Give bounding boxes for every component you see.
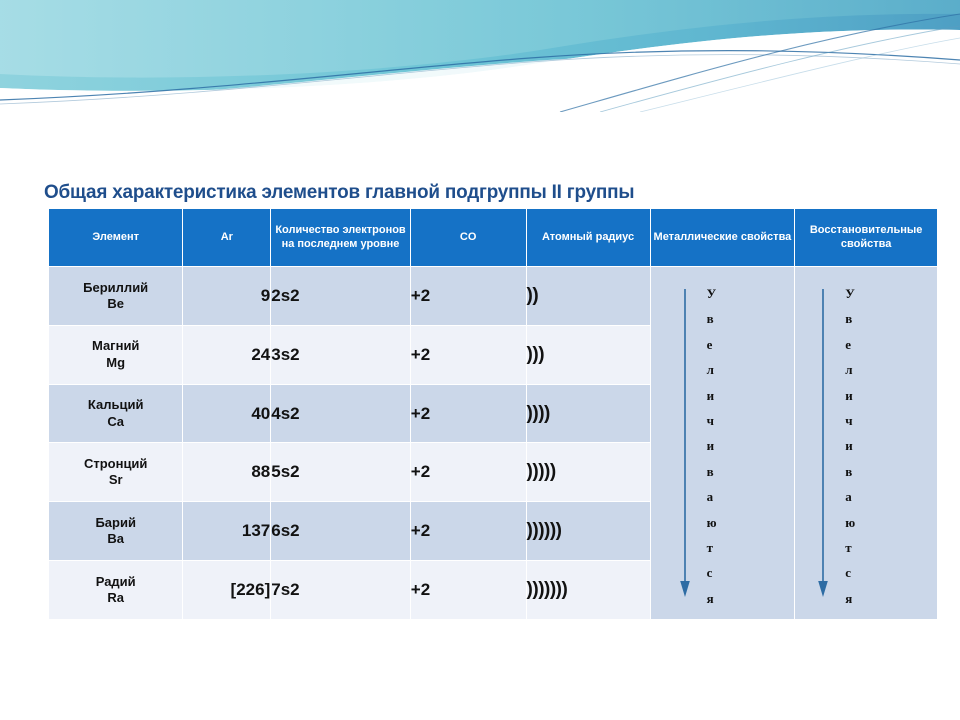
cell-config: 6s2	[270, 501, 411, 562]
cell-config: 4s2	[270, 383, 411, 444]
cell-element-name: Барий Ba	[47, 501, 184, 562]
element-name-ru: Стронций	[83, 456, 148, 472]
cell-config: 3s2	[270, 324, 411, 385]
cell-ar: 137	[182, 501, 272, 562]
trend-letter: и	[845, 387, 853, 403]
cell-co: +2	[409, 560, 527, 620]
cell-co: +2	[409, 442, 527, 503]
cell-element-name: Кальций Ca	[47, 383, 184, 444]
cell-element-name: Магний Mg	[47, 324, 184, 385]
cell-co: +2	[409, 324, 527, 385]
element-symbol: Ra	[107, 590, 124, 606]
trend-letter: с	[706, 565, 713, 581]
page-title: Общая характеристика элементов главной п…	[44, 181, 635, 203]
element-symbol: Be	[107, 295, 124, 311]
trend-letter: и	[845, 438, 853, 454]
element-symbol: Mg	[106, 354, 126, 370]
trend-letter: в	[845, 463, 853, 479]
cell-atomic-radius: ))))	[525, 383, 651, 444]
cell-config: 2s2	[270, 266, 411, 326]
trend-letter: е	[706, 336, 713, 352]
cell-element-name: Стронций Sr	[47, 442, 184, 503]
trend-letter: и	[706, 387, 715, 403]
cell-co: +2	[409, 266, 527, 326]
cell-ar: 24	[182, 324, 272, 385]
cell-atomic-radius: )))	[525, 324, 651, 385]
cell-ar: 88	[182, 442, 272, 503]
trend-letter: а	[706, 489, 714, 505]
column-header-reducing-properties: Восстановительные свойства	[794, 208, 938, 267]
cell-config: 7s2	[270, 560, 411, 620]
trend-letter: в	[845, 311, 853, 327]
trend-letter: ю	[706, 514, 717, 530]
trend-letter: и	[706, 438, 715, 454]
trend-letter: я	[845, 590, 853, 606]
element-symbol: Sr	[108, 472, 123, 488]
cell-co: +2	[409, 383, 527, 444]
column-header-atomic-radius: Атомный радиус	[525, 208, 651, 267]
element-characteristics-table: Элемент Ar Количество электронов на посл…	[47, 208, 938, 620]
element-symbol: Ca	[107, 413, 124, 429]
trend-letter: У	[706, 286, 717, 301]
decorative-wave-banner	[0, 0, 960, 112]
element-name-ru: Магний	[91, 338, 140, 354]
cell-element-name: Радий Ra	[47, 560, 184, 620]
metallic-trend-label: У в е л и ч и в а ю т с я	[651, 287, 795, 605]
trend-letter: л	[845, 362, 853, 378]
column-header-co: CO	[409, 208, 527, 267]
element-name-ru: Барий	[95, 514, 136, 530]
trend-letter: с	[845, 565, 852, 581]
element-name-ru: Радий	[95, 573, 136, 589]
reducing-trend-label: У в е л и ч и в а ю т с я	[795, 287, 937, 605]
element-symbol: Ba	[107, 531, 124, 547]
column-header-metallic-properties: Металлические свойства	[649, 208, 796, 267]
cell-atomic-radius: ))	[525, 266, 651, 326]
trend-letter: е	[845, 336, 852, 352]
column-header-element: Элемент	[47, 208, 184, 267]
table-row: Бериллий Be 9 2s2 +2 )) У в е л и ч и в …	[47, 266, 938, 620]
cell-reducing-trend: У в е л и ч и в а ю т с я	[794, 266, 938, 620]
element-name-ru: Бериллий	[83, 279, 149, 295]
element-name-ru: Кальций	[87, 397, 144, 413]
column-header-ar: Ar	[182, 208, 272, 267]
trend-letter: я	[706, 590, 714, 606]
trend-letter: т	[706, 540, 713, 556]
slide: Общая характеристика элементов главной п…	[0, 0, 960, 720]
cell-atomic-radius: )))))	[525, 442, 651, 503]
column-header-electrons: Количество электронов на последнем уровн…	[270, 208, 411, 267]
trend-letter: ч	[706, 413, 714, 429]
trend-letter: т	[845, 540, 852, 556]
cell-atomic-radius: ))))))	[525, 501, 651, 562]
trend-letter: У	[845, 286, 855, 301]
cell-atomic-radius: )))))))	[525, 560, 651, 620]
table-header-row: Элемент Ar Количество электронов на посл…	[47, 208, 938, 267]
cell-element-name: Бериллий Be	[47, 266, 184, 326]
cell-ar: 40	[182, 383, 272, 444]
trend-letter: ю	[845, 514, 856, 530]
table-body: Бериллий Be 9 2s2 +2 )) У в е л и ч и в …	[47, 266, 938, 620]
trend-letter: а	[845, 489, 852, 505]
cell-config: 5s2	[270, 442, 411, 503]
cell-metallic-trend: У в е л и ч и в а ю т с я	[649, 266, 796, 620]
trend-letter: в	[706, 463, 714, 479]
trend-letter: л	[706, 362, 714, 378]
trend-letter: в	[706, 311, 714, 327]
trend-letter: ч	[845, 413, 853, 429]
cell-co: +2	[409, 501, 527, 562]
cell-ar: [226]	[182, 560, 272, 620]
cell-ar: 9	[182, 266, 272, 326]
